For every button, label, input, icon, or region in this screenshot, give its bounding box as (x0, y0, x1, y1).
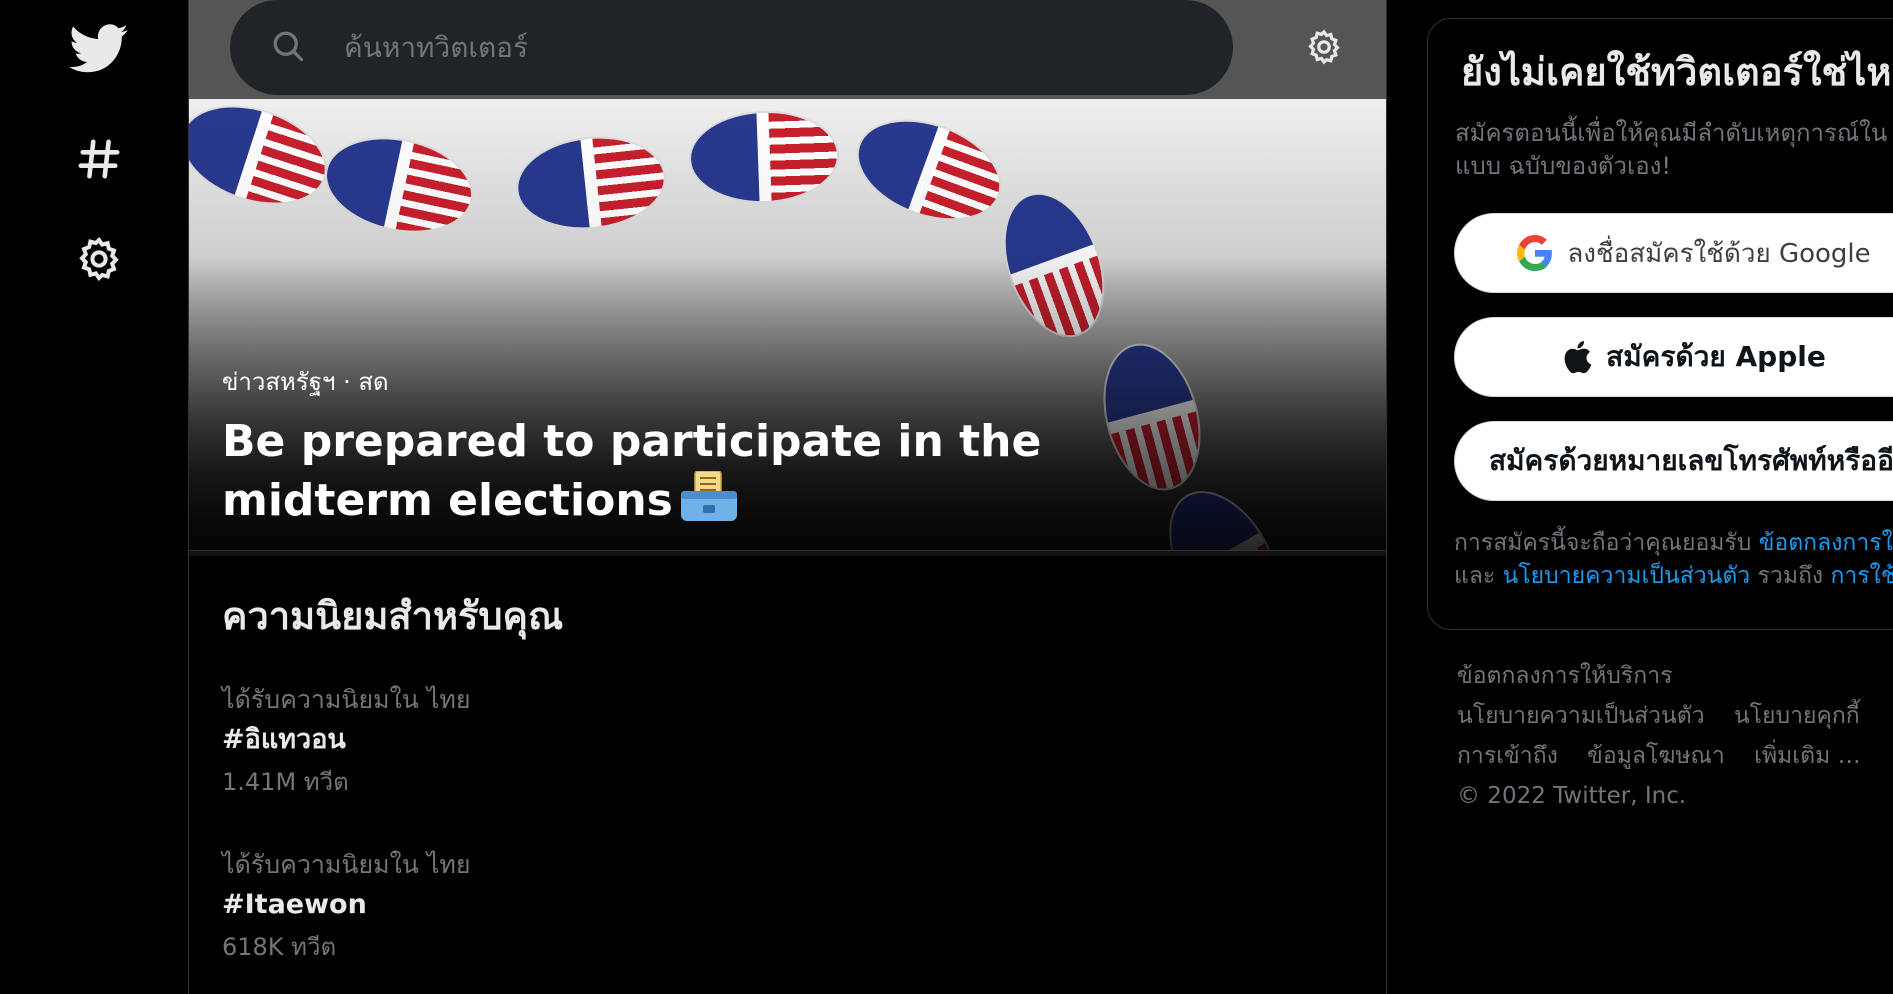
hero-title-text: Be prepared to participate in the midter… (222, 416, 1042, 526)
search-input[interactable] (342, 24, 1142, 70)
google-icon (1517, 235, 1553, 271)
google-signup-label: ลงชื่อสมัครใช้ด้วย Google (1567, 238, 1871, 269)
cookies-link[interactable]: การใช้คุกกี้ (1830, 563, 1893, 589)
trend-item[interactable]: ได้รับความนิยมใน ไทย #Itaewon 618K ทวีต (222, 845, 1122, 967)
legal-prefix: การสมัครนี้จะถือว่าคุณยอมรับ (1454, 530, 1752, 556)
trends-title: ความนิยมสำหรับคุณ (222, 594, 564, 638)
footer-copyright: © 2022 Twitter, Inc. (1457, 783, 1687, 809)
hero-text: ข่าวสหรัฐฯ · สด Be prepared to participa… (222, 362, 1322, 530)
search-icon (270, 28, 306, 69)
trend-count: 1.41M ทวีต (222, 768, 349, 796)
trend-item[interactable]: ได้รับความนิยมใน ไทย #อิแทวอน 1.41M ทวีต (222, 680, 1122, 802)
apple-signup-button[interactable]: สมัครด้วย Apple (1454, 317, 1893, 397)
section-divider (189, 550, 1386, 556)
gear-icon[interactable] (1305, 28, 1343, 71)
footer-cookies-link[interactable]: นโยบายคุกกี้ (1734, 703, 1860, 729)
apple-signup-label: สมัครด้วย Apple (1606, 340, 1826, 373)
ballot-box-icon (680, 470, 737, 521)
twitter-bird-icon[interactable] (62, 12, 136, 86)
search-header (189, 0, 1386, 99)
signup-subtitle: สมัครตอนนี้เพื่อให้คุณมีลำดับเหตุการณ์ใน… (1455, 119, 1888, 180)
footer-ads-info-link[interactable]: ข้อมูลโฆษณา (1587, 743, 1725, 769)
legal-including: รวมถึง (1757, 563, 1824, 589)
footer-terms-link[interactable]: ข้อตกลงการให้บริการ (1457, 663, 1672, 689)
terms-link[interactable]: ข้อตกลงการให้บริการ (1759, 530, 1893, 556)
trend-name[interactable]: #Itaewon (222, 883, 1122, 927)
footer-accessibility-link[interactable]: การเข้าถึง (1457, 743, 1558, 769)
left-navigation (0, 0, 188, 994)
apple-icon (1562, 339, 1592, 375)
hero-event-card[interactable]: ข่าวสหรัฐฯ · สด Be prepared to participa… (189, 99, 1386, 550)
footer-more-link[interactable]: เพิ่มเติม … (1754, 743, 1860, 769)
gear-icon[interactable] (62, 222, 136, 296)
trend-name[interactable]: #อิแทวอน (222, 718, 1122, 762)
signup-title: ยังไม่เคยใช้ทวิตเตอร์ใช่ไหม (1461, 50, 1893, 94)
signup-card: ยังไม่เคยใช้ทวิตเตอร์ใช่ไหม สมัครตอนนี้เ… (1427, 18, 1893, 630)
footer-links: ข้อตกลงการให้บริการ นโยบายความเป็นส่วนตั… (1457, 656, 1893, 816)
main-column: ข่าวสหรัฐฯ · สด Be prepared to participa… (188, 0, 1387, 994)
signup-legal-text: การสมัครนี้จะถือว่าคุณยอมรับ ข้อตกลงการใ… (1454, 527, 1893, 593)
hashtag-icon[interactable] (62, 122, 136, 196)
google-signup-button[interactable]: ลงชื่อสมัครใช้ด้วย Google (1454, 213, 1893, 293)
hero-title[interactable]: Be prepared to participate in the midter… (222, 413, 1202, 530)
privacy-link[interactable]: นโยบายความเป็นส่วนตัว (1503, 563, 1751, 589)
phone-email-signup-button[interactable]: สมัครด้วยหมายเลขโทรศัพท์หรืออีเมล (1454, 421, 1893, 501)
trend-context: ได้รับความนิยมใน ไทย (222, 850, 471, 879)
phone-email-signup-label: สมัครด้วยหมายเลขโทรศัพท์หรืออีเมล (1489, 444, 1893, 477)
trend-count: 618K ทวีต (222, 933, 337, 961)
trend-context: ได้รับความนิยมใน ไทย (222, 685, 471, 714)
legal-and: และ (1454, 563, 1496, 589)
hero-meta: ข่าวสหรัฐฯ · สด (222, 368, 389, 396)
footer-privacy-link[interactable]: นโยบายความเป็นส่วนตัว (1457, 703, 1705, 729)
search-bar[interactable] (230, 0, 1233, 95)
